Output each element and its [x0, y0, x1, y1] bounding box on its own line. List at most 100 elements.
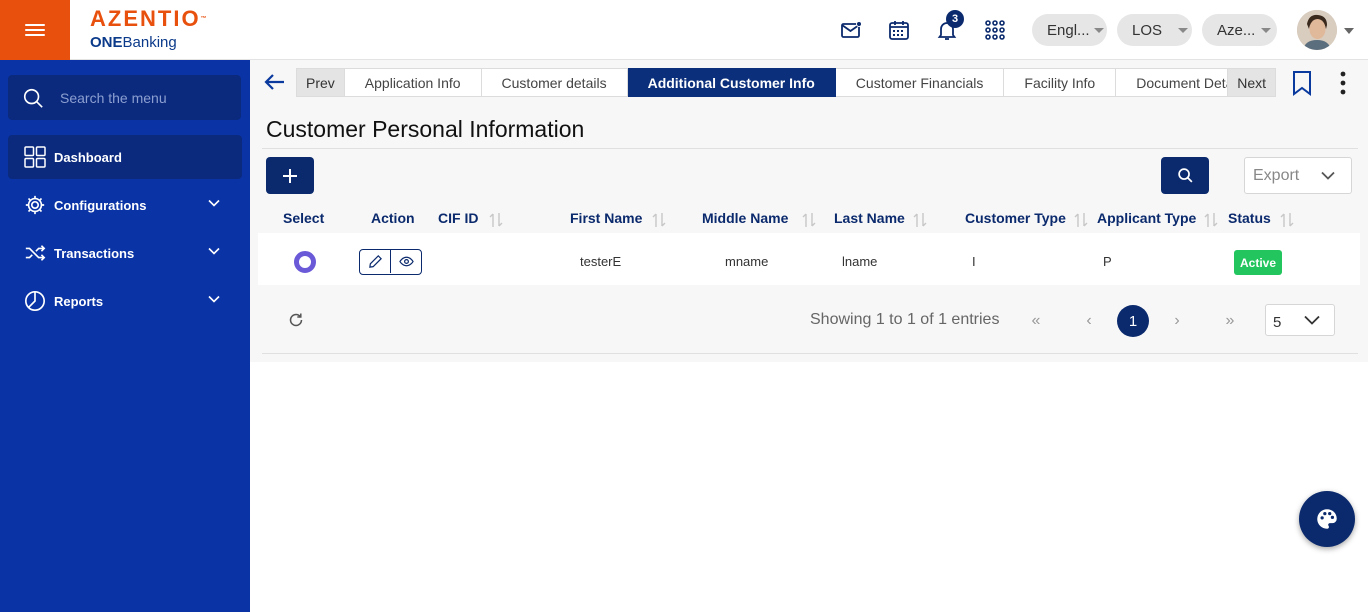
- page-size-select[interactable]: 5: [1265, 304, 1335, 336]
- page-size-value: 5: [1273, 314, 1282, 331]
- row-actions: [359, 249, 422, 275]
- column-header-first-name[interactable]: First Name: [570, 210, 642, 226]
- entity-select[interactable]: Aze...: [1202, 14, 1277, 46]
- gear-icon: [25, 195, 45, 215]
- content-panel: Prev Application Info Customer details A…: [250, 60, 1368, 362]
- sidebar-item-label: Transactions: [54, 245, 135, 261]
- mail-icon[interactable]: [839, 18, 863, 42]
- sort-icon[interactable]: [1279, 212, 1295, 228]
- cell-last-name: lname: [842, 254, 878, 269]
- bookmark-icon[interactable]: [1291, 70, 1313, 96]
- status-badge: Active: [1234, 250, 1282, 275]
- refresh-icon[interactable]: [288, 312, 304, 328]
- edit-button[interactable]: [360, 250, 390, 273]
- column-header-customer-type[interactable]: Customer Type: [965, 210, 1066, 226]
- entity-value: Aze...: [1217, 21, 1256, 39]
- tab-application-info[interactable]: Application Info: [344, 68, 482, 97]
- last-page-button[interactable]: »: [1214, 305, 1246, 337]
- stage-tabs: Prev Application Info Customer details A…: [296, 68, 1277, 97]
- sort-icon[interactable]: [912, 212, 928, 228]
- tab-next-button[interactable]: Next: [1228, 68, 1277, 97]
- column-header-applicant-type[interactable]: Applicant Type: [1097, 210, 1196, 226]
- product-name-bold: ONE: [90, 34, 123, 51]
- tab-customer-details[interactable]: Customer details: [481, 68, 628, 97]
- tab-customer-financials[interactable]: Customer Financials: [835, 68, 1005, 97]
- menu-search[interactable]: [8, 75, 241, 120]
- module-select[interactable]: LOS: [1117, 14, 1192, 46]
- tab-prev-button[interactable]: Prev: [296, 68, 345, 97]
- apps-grid-icon[interactable]: [983, 18, 1007, 42]
- column-header-last-name[interactable]: Last Name: [834, 210, 905, 226]
- shuffle-icon: [25, 245, 46, 261]
- table-header: Select Action CIF ID First Name Middle N…: [258, 204, 1360, 232]
- export-label: Export: [1253, 166, 1300, 184]
- top-bar: AZENTIO™ ONEBanking 3 Engl... LOS Aze...: [0, 0, 1368, 60]
- current-page-button[interactable]: 1: [1117, 305, 1149, 337]
- cell-first-name: testerE: [580, 254, 622, 269]
- back-arrow-icon[interactable]: [263, 70, 287, 94]
- cell-middle-name: mname: [725, 254, 769, 269]
- column-header-action: Action: [371, 210, 415, 226]
- logo-text: AZENTIO: [90, 6, 201, 31]
- more-options-icon[interactable]: [1338, 70, 1348, 96]
- menu-search-input[interactable]: [60, 89, 220, 106]
- table-row: testerE mname lname I P Active: [258, 233, 1360, 285]
- next-page-button[interactable]: ›: [1161, 305, 1193, 337]
- divider: [262, 148, 1358, 149]
- tab-document-details[interactable]: Document Details: [1116, 68, 1229, 97]
- chevron-down-icon: [208, 295, 220, 303]
- menu-icon: [25, 21, 45, 39]
- notification-badge: 3: [946, 10, 964, 28]
- theme-palette-button[interactable]: [1299, 491, 1355, 547]
- sidebar-item-dashboard[interactable]: Dashboard: [8, 135, 242, 179]
- view-button[interactable]: [390, 250, 421, 273]
- sort-icon[interactable]: [1203, 212, 1219, 228]
- main-area: Prev Application Info Customer details A…: [250, 60, 1368, 612]
- sort-icon[interactable]: [1073, 212, 1089, 228]
- language-value: Engl...: [1047, 21, 1090, 39]
- page-title: Customer Personal Information: [266, 116, 585, 142]
- sidebar-item-label: Configurations: [54, 197, 147, 213]
- column-header-cif-id[interactable]: CIF ID: [438, 210, 478, 226]
- product-name: Banking: [122, 34, 177, 51]
- sidebar-item-configurations[interactable]: Configurations: [8, 183, 242, 227]
- chevron-down-icon: [1304, 315, 1320, 325]
- row-select-radio[interactable]: [294, 251, 316, 273]
- cell-customer-type: I: [972, 254, 976, 269]
- entries-summary: Showing 1 to 1 of 1 entries: [810, 311, 1000, 328]
- add-button[interactable]: [266, 157, 314, 194]
- sidebar-item-label: Dashboard: [54, 149, 122, 165]
- sort-icon[interactable]: [801, 212, 817, 228]
- dashboard-grid-icon: [24, 146, 46, 168]
- language-select[interactable]: Engl...: [1032, 14, 1107, 46]
- chevron-down-icon: [208, 247, 220, 255]
- tab-facility-info[interactable]: Facility Info: [1004, 68, 1117, 97]
- tab-additional-customer-info[interactable]: Additional Customer Info: [627, 68, 836, 97]
- column-header-select: Select: [283, 210, 325, 226]
- chevron-down-icon: [1321, 171, 1335, 180]
- sidebar-item-reports[interactable]: Reports: [8, 279, 242, 323]
- first-page-button[interactable]: «: [1020, 305, 1052, 337]
- trademark: ™: [200, 16, 207, 22]
- plus-icon: [283, 168, 297, 183]
- sort-icon[interactable]: [651, 212, 667, 228]
- column-header-status[interactable]: Status: [1228, 210, 1271, 226]
- search-icon: [1177, 168, 1192, 183]
- caret-down-icon: [1178, 27, 1189, 33]
- calendar-icon[interactable]: [887, 18, 911, 42]
- column-header-middle-name[interactable]: Middle Name: [702, 210, 788, 226]
- sidebar: Dashboard Configurations Transactions Re…: [0, 60, 250, 612]
- prev-page-button[interactable]: ‹: [1073, 305, 1105, 337]
- menu-toggle-button[interactable]: [0, 0, 70, 60]
- chevron-down-icon[interactable]: [1344, 28, 1354, 34]
- avatar[interactable]: [1297, 10, 1337, 50]
- pie-chart-icon: [25, 291, 45, 311]
- search-button[interactable]: [1161, 157, 1209, 194]
- sidebar-item-label: Reports: [54, 293, 104, 309]
- app-logo[interactable]: AZENTIO™ ONEBanking: [90, 8, 207, 52]
- cell-applicant-type: P: [1103, 254, 1112, 269]
- export-dropdown[interactable]: Export: [1244, 157, 1352, 194]
- module-value: LOS: [1132, 21, 1163, 39]
- sort-icon[interactable]: [488, 212, 504, 228]
- sidebar-item-transactions[interactable]: Transactions: [8, 231, 242, 275]
